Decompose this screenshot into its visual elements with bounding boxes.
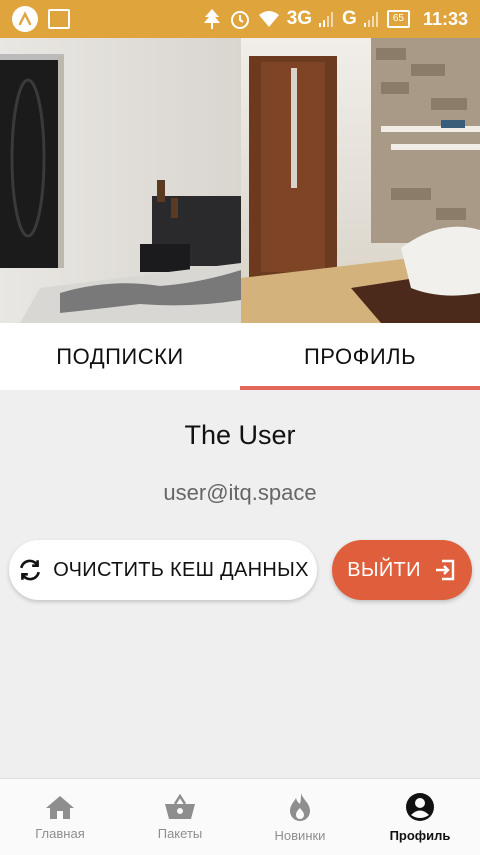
- network-g-label: G: [342, 8, 357, 29]
- dark-door-bedroom-image: [0, 38, 241, 323]
- tab-profile[interactable]: ПРОФИЛЬ: [240, 323, 480, 390]
- nav-profile-label: Профиль: [389, 827, 451, 843]
- wood-door-livingroom-image: [241, 38, 480, 323]
- nav-home[interactable]: Главная: [0, 779, 120, 855]
- logout-button[interactable]: ВЫЙТИ: [332, 540, 472, 600]
- refresh-icon: [20, 559, 41, 581]
- clock: 11:33: [422, 8, 468, 29]
- nav-new[interactable]: Новинки: [240, 779, 360, 855]
- flame-icon: [290, 792, 310, 821]
- nav-packages[interactable]: Пакеты: [120, 779, 240, 855]
- app-notification-icon: [12, 6, 38, 32]
- battery-level: 65: [386, 10, 410, 28]
- clear-cache-label: ОЧИСТИТЬ КЕШ ДАННЫХ: [53, 558, 309, 581]
- bottom-navigation: Главная Пакеты Новинки Профиль: [0, 778, 480, 855]
- tab-bar: ПОДПИСКИ ПРОФИЛЬ: [0, 323, 480, 390]
- network-3g-label: 3G: [286, 8, 313, 29]
- image-notification-icon: [48, 9, 70, 29]
- tab-subscriptions[interactable]: ПОДПИСКИ: [0, 323, 240, 390]
- tab-profile-label: ПРОФИЛЬ: [303, 343, 417, 369]
- basket-icon: [165, 793, 195, 819]
- account-circle-icon: [406, 792, 434, 821]
- clear-cache-button[interactable]: ОЧИСТИТЬ КЕШ ДАННЫХ: [9, 540, 317, 600]
- hero-image: [0, 38, 480, 323]
- wifi-icon: [258, 11, 279, 27]
- nav-home-label: Главная: [35, 825, 85, 841]
- alarm-icon: [230, 11, 249, 29]
- nav-profile[interactable]: Профиль: [360, 779, 480, 855]
- nav-new-label: Новинки: [274, 827, 326, 843]
- signal-icon-2: [363, 12, 378, 27]
- exit-icon: [435, 559, 454, 581]
- tab-subscriptions-label: ПОДПИСКИ: [56, 343, 184, 369]
- tree-icon: [203, 9, 220, 29]
- user-name: The User: [184, 420, 296, 450]
- nav-packages-label: Пакеты: [157, 825, 203, 841]
- user-email: user@itq.space: [163, 480, 317, 505]
- signal-icon: [319, 12, 334, 27]
- status-bar: 3G G 65 11:33: [0, 0, 480, 38]
- home-icon: [46, 795, 74, 819]
- logout-label: ВЫЙТИ: [347, 558, 421, 581]
